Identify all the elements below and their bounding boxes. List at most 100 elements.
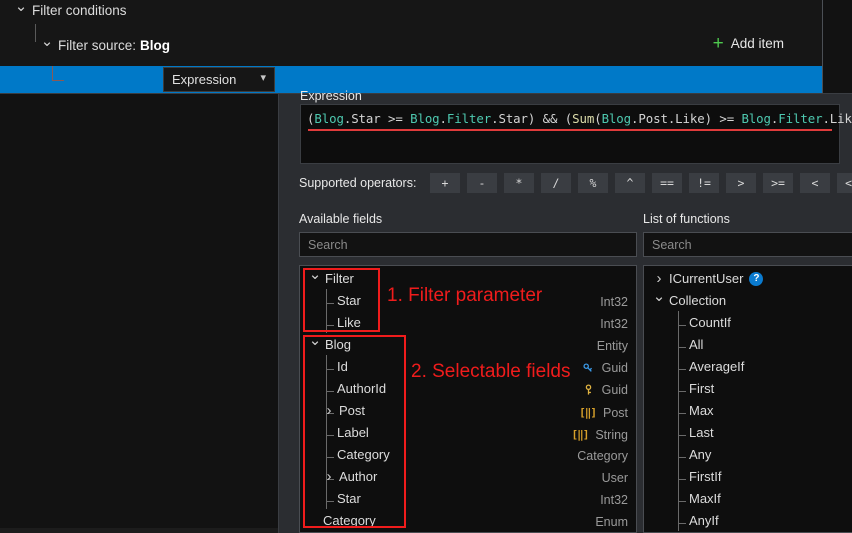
field-type: Int32 <box>600 295 628 309</box>
function-label: AverageIf <box>689 359 745 374</box>
filter-conditions-tree: Filter conditions Filter source: Blog + … <box>0 0 822 66</box>
field-tree-item[interactable]: Star <box>322 491 361 506</box>
field-label: Post <box>339 403 366 418</box>
expression-token: && <box>542 111 565 126</box>
operator-button-[interactable]: <= <box>837 173 852 193</box>
field-tree-item[interactable]: AuthorId <box>322 381 386 396</box>
field-tree-item[interactable]: Id <box>322 359 348 374</box>
function-label: Max <box>689 403 714 418</box>
plus-icon: + <box>712 33 724 54</box>
chevron-right-icon[interactable] <box>322 403 336 418</box>
add-item-button[interactable]: + Add item <box>713 34 784 53</box>
function-tree-item[interactable]: Last <box>674 425 714 440</box>
primary-key-icon <box>583 362 592 372</box>
tree-node-filter-conditions[interactable]: Filter conditions <box>14 3 127 18</box>
function-tree-item[interactable]: FirstIf <box>674 469 722 484</box>
expression-token: ( <box>564 111 573 126</box>
tree-connector-vertical <box>35 24 36 42</box>
filter-source-value: Blog <box>140 38 171 53</box>
tree-node-filter-source[interactable]: Filter source: Blog <box>40 38 170 53</box>
tree-connector-horizontal <box>52 80 64 81</box>
field-type: Entity <box>597 339 628 353</box>
field-tree-item[interactable]: Author <box>322 469 377 484</box>
add-item-label: Add item <box>730 36 784 51</box>
chevron-down-icon[interactable] <box>14 3 28 18</box>
operator-button-[interactable]: ^ <box>615 173 645 193</box>
operator-button-[interactable]: == <box>652 173 682 193</box>
field-type-label: Post <box>602 405 628 420</box>
field-tree-item[interactable]: Like <box>322 315 361 330</box>
expression-token: Blog <box>410 111 440 126</box>
condition-type-dropdown[interactable]: Expression ▾ <box>163 67 275 92</box>
field-type: Guid <box>582 383 628 400</box>
operator-button-[interactable]: / <box>541 173 571 193</box>
chevron-right-icon[interactable] <box>322 469 336 484</box>
field-type: Int32 <box>600 493 628 507</box>
field-type: Guid <box>582 361 628 378</box>
operator-button-[interactable]: != <box>689 173 719 193</box>
chevron-down-icon[interactable] <box>308 337 322 352</box>
function-tree-item[interactable]: Max <box>674 403 714 418</box>
function-label: CountIf <box>689 315 731 330</box>
function-label: Any <box>689 447 712 462</box>
operator-button-[interactable]: > <box>726 173 756 193</box>
field-type-label: Entity <box>596 339 628 353</box>
function-tree-item[interactable]: Any <box>674 447 711 462</box>
function-tree-item[interactable]: AnyIf <box>674 513 719 528</box>
field-type: Category <box>577 449 628 463</box>
chevron-down-icon[interactable] <box>308 271 322 286</box>
field-tree-item[interactable]: Star <box>322 293 361 308</box>
function-tree-item[interactable]: First <box>674 381 714 396</box>
field-type-label: Int32 <box>600 295 628 309</box>
expression-token: .Like) <box>822 111 852 126</box>
functions-search-input[interactable]: Search <box>643 232 852 257</box>
function-tree-item[interactable]: CountIf <box>674 315 731 330</box>
field-type-label: String <box>595 427 628 442</box>
chevron-down-icon[interactable] <box>652 293 666 308</box>
functions-search-placeholder: Search <box>652 237 692 252</box>
available-fields-search-placeholder: Search <box>308 237 348 252</box>
expression-token: .Star) <box>491 111 543 126</box>
operator-button-[interactable]: - <box>467 173 497 193</box>
operator-button-[interactable]: + <box>430 173 460 193</box>
field-tree-item[interactable]: Filter <box>308 271 354 286</box>
expression-input[interactable]: (Blog.Star >= Blog.Filter.Star) && (Sum(… <box>300 104 852 164</box>
field-tree-item[interactable]: Post <box>322 403 365 418</box>
field-type: Enum <box>595 515 628 529</box>
available-fields-label: Available fields <box>299 212 383 226</box>
function-tree-item[interactable]: ICurrentUser? <box>652 271 764 286</box>
function-label: AnyIf <box>689 513 719 528</box>
operator-buttons: +-* /% ^ == != > >= < <= <box>430 173 852 193</box>
function-tree-item[interactable]: Collection <box>652 293 726 308</box>
field-label: Category <box>323 513 376 528</box>
available-fields-search-input[interactable]: Search <box>299 232 637 257</box>
field-tree-item[interactable]: Blog <box>308 337 351 352</box>
function-tree-item[interactable]: MaxIf <box>674 491 721 506</box>
expression-token: .Star <box>343 111 388 126</box>
collection-icon: [‖] <box>579 406 597 419</box>
help-icon[interactable]: ? <box>749 271 764 286</box>
operator-button-[interactable]: % <box>578 173 608 193</box>
function-label: All <box>689 337 704 352</box>
bottom-strip <box>0 528 278 533</box>
expression-token: Blog <box>741 111 771 126</box>
chevron-right-icon[interactable] <box>652 271 666 286</box>
operator-button-[interactable]: >= <box>763 173 793 193</box>
expression-token: ( <box>594 111 602 126</box>
field-tree-item[interactable]: Label <box>322 425 369 440</box>
filter-source-label: Filter source: <box>58 38 137 53</box>
field-label: Category <box>337 447 390 462</box>
chevron-down-icon[interactable] <box>40 38 54 53</box>
collection-icon: [‖] <box>571 428 589 441</box>
function-tree-item[interactable]: All <box>674 337 703 352</box>
selected-condition-row[interactable] <box>0 66 822 93</box>
expression-token: Filter <box>778 111 823 126</box>
field-tree-item[interactable]: Category <box>322 447 390 462</box>
function-tree-item[interactable]: AverageIf <box>674 359 744 374</box>
operator-button-[interactable]: < <box>800 173 830 193</box>
functions-tree[interactable]: ICurrentUser? Collection CountIf All Average… <box>643 265 852 533</box>
field-tree-item[interactable]: Category <box>308 513 376 528</box>
field-type: Int32 <box>600 317 628 331</box>
expression-token: >= <box>719 111 742 126</box>
operator-button-[interactable]: * <box>504 173 534 193</box>
